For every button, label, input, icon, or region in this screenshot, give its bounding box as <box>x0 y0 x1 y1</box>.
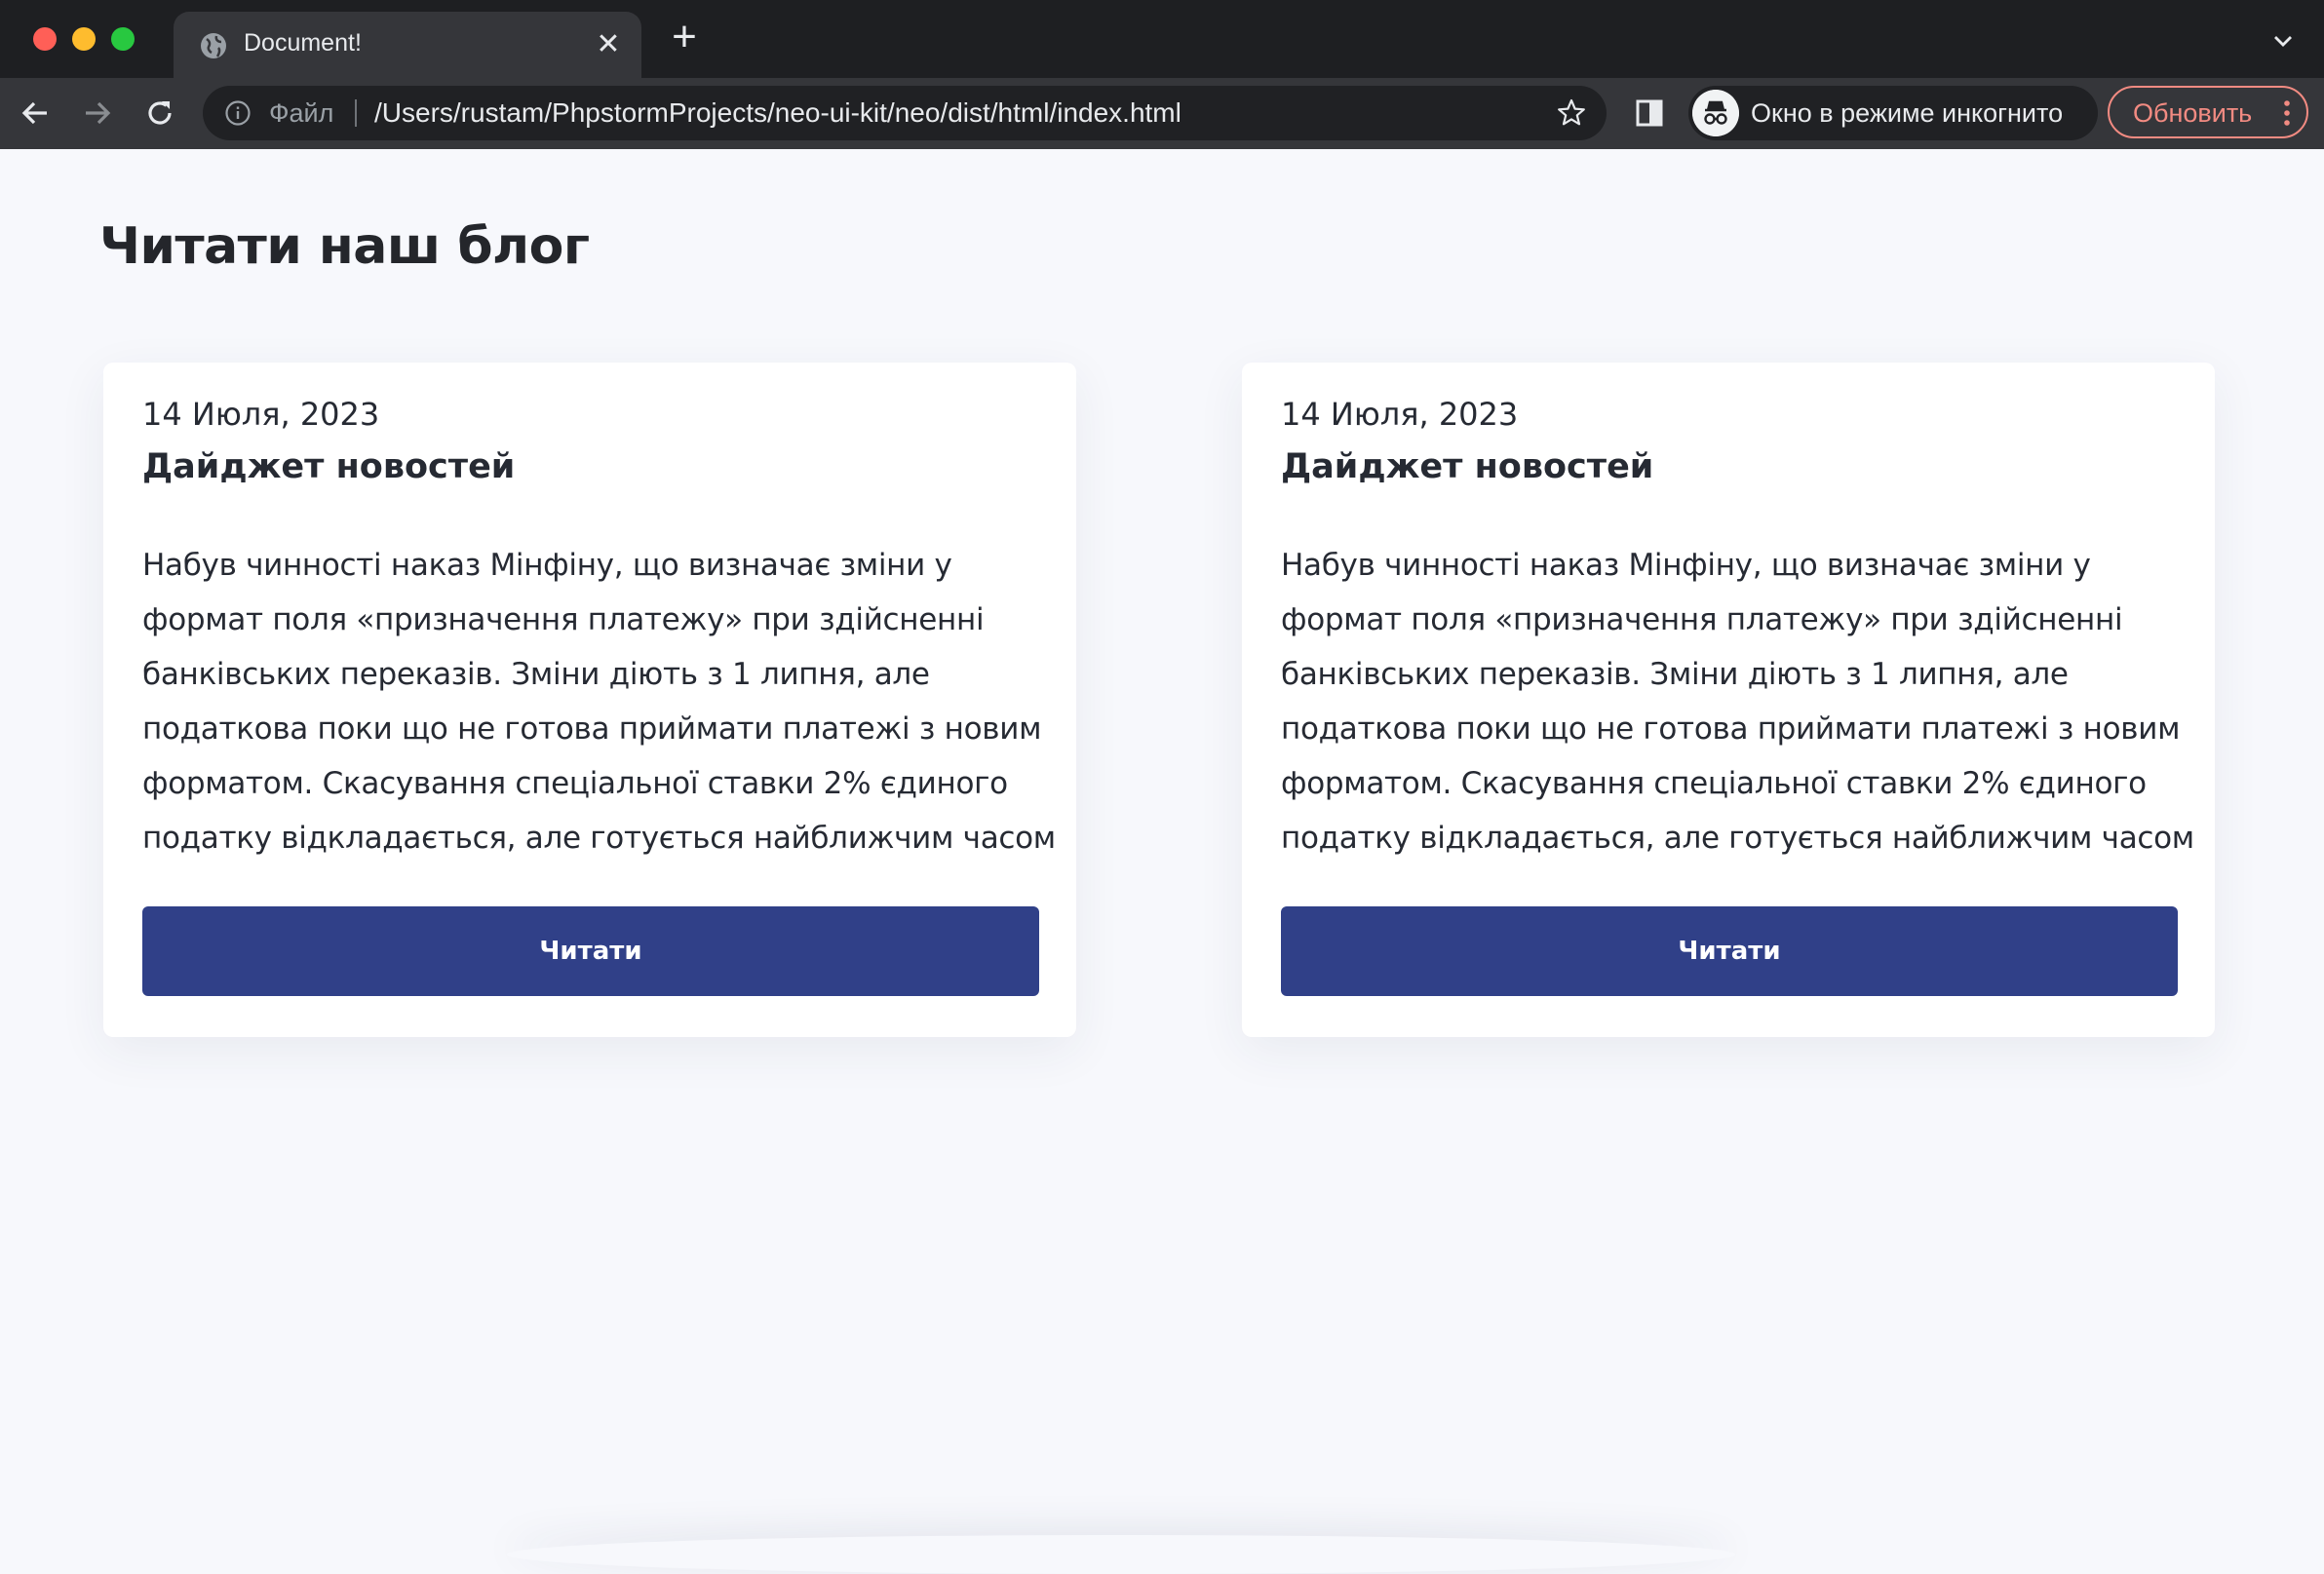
tab-title: Document! <box>244 29 362 57</box>
new-tab-button[interactable]: + <box>667 16 702 58</box>
reload-icon[interactable] <box>142 96 177 131</box>
info-icon[interactable] <box>224 99 252 127</box>
update-button[interactable]: Обновить <box>2108 86 2308 138</box>
browser-toolbar: Файл /Users/rustam/PhpstormProjects/neo-… <box>0 78 2324 149</box>
card-date: 14 Июля, 2023 <box>1281 396 1519 433</box>
blog-card: 14 Июля, 2023 Дайджет новостей Набув чин… <box>1242 363 2215 1037</box>
back-arrow-icon[interactable] <box>18 96 53 131</box>
incognito-icon <box>1692 90 1739 136</box>
card-excerpt: Набув чинності наказ Мінфіну, що визнача… <box>1281 548 2194 856</box>
close-tab-icon[interactable]: ✕ <box>593 29 624 60</box>
card-excerpt: Набув чинності наказ Мінфіну, що визнача… <box>142 548 1056 856</box>
minimize-window-button[interactable] <box>72 27 96 51</box>
maximize-window-button[interactable] <box>111 27 135 51</box>
forward-arrow-icon[interactable] <box>80 96 115 131</box>
page-content: Читати наш блог 14 Июля, 2023 Дайджет но… <box>0 149 2324 1552</box>
side-panel-icon[interactable] <box>1634 97 1665 129</box>
globe-icon <box>201 33 226 58</box>
blog-card: 14 Июля, 2023 Дайджет новостей Набув чин… <box>103 363 1076 1037</box>
page-title: Читати наш блог <box>99 217 590 276</box>
more-vert-icon[interactable] <box>2283 99 2291 127</box>
offscreen-card-shadow <box>507 1535 1735 1574</box>
incognito-indicator[interactable]: Окно в режиме инкогнито <box>1688 86 2098 140</box>
chevron-down-icon[interactable] <box>2271 29 2295 53</box>
update-label: Обновить <box>2133 98 2253 128</box>
url-text[interactable]: /Users/rustam/PhpstormProjects/neo-ui-ki… <box>374 97 1181 129</box>
card-title: Дайджет новостей <box>1281 447 1654 486</box>
read-button[interactable]: Читати <box>142 906 1039 996</box>
read-button[interactable]: Читати <box>1281 906 2178 996</box>
address-divider <box>355 99 357 127</box>
tab-strip: Document! ✕ + <box>0 0 2324 78</box>
card-title: Дайджет новостей <box>142 447 516 486</box>
browser-chrome: Document! ✕ + Файл /Users/rustam/Phpstor… <box>0 0 2324 149</box>
close-window-button[interactable] <box>33 27 57 51</box>
browser-tab[interactable]: Document! ✕ <box>174 12 641 78</box>
address-bar[interactable]: Файл /Users/rustam/PhpstormProjects/neo-… <box>203 86 1607 140</box>
security-label: Файл <box>269 98 334 128</box>
incognito-label: Окно в режиме инкогнито <box>1751 98 2064 128</box>
bookmark-star-icon[interactable] <box>1556 97 1587 129</box>
card-date: 14 Июля, 2023 <box>142 396 380 433</box>
